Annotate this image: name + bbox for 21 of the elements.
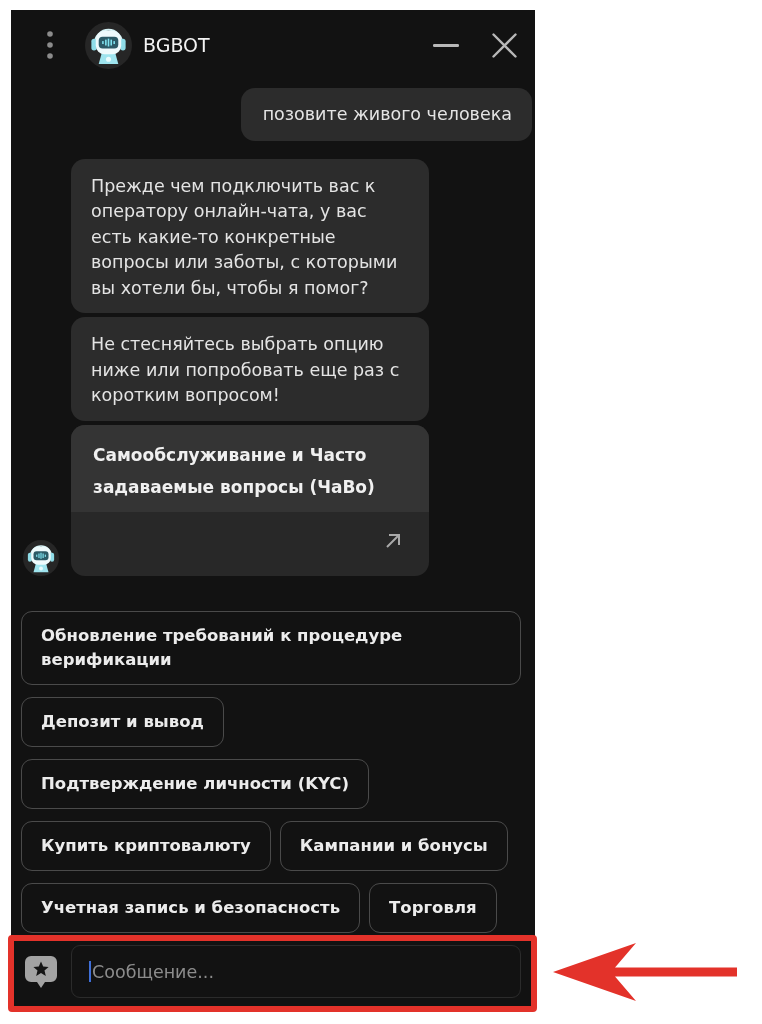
quick-reply-button[interactable]: Обновление требований к процедуре верификации	[21, 610, 521, 685]
quick-reply-button[interactable]: Учетная запись и безопасность	[21, 882, 361, 933]
bot-message: Не стесняйтесь выбрать опцию ниже или попробовать еще раз с коротким вопросом!	[71, 317, 429, 421]
quick-reply-button[interactable]: Купить криптовалюту	[21, 820, 271, 871]
link-card[interactable]: Самообслуживание и Часто задаваемые вопросы (ЧаВо)	[71, 424, 429, 576]
message-input[interactable]: Сообщение...	[71, 945, 521, 998]
bot-message: Прежде чем подключить вас к оператору онлайн-чата, у вас есть какие-то конкретные вопросы или заботы, с которыми вы хотели бы, чтобы я помог?	[71, 158, 429, 313]
quick-reply-button[interactable]: Кампании и бонусы	[279, 820, 508, 871]
minimize-icon[interactable]	[433, 43, 459, 47]
quick-reply-button[interactable]: Торговля	[369, 882, 497, 933]
card-title: Самообслуживание и Часто задаваемые вопросы (ЧаВо)	[71, 424, 429, 512]
user-message: позовите живого человека	[240, 88, 532, 141]
robot-avatar-icon	[85, 21, 132, 69]
quick-reply-button[interactable]: Депозит и вывод	[21, 696, 224, 747]
star-bubble-icon[interactable]	[24, 954, 58, 989]
quick-reply-button[interactable]: Подтверждение личности (KYC)	[21, 758, 369, 809]
bot-name: BGBOT	[143, 33, 210, 57]
menu-icon[interactable]	[47, 31, 53, 59]
arrow-up-right-icon	[385, 532, 401, 549]
close-icon[interactable]	[492, 32, 517, 58]
robot-avatar-icon	[23, 539, 59, 576]
